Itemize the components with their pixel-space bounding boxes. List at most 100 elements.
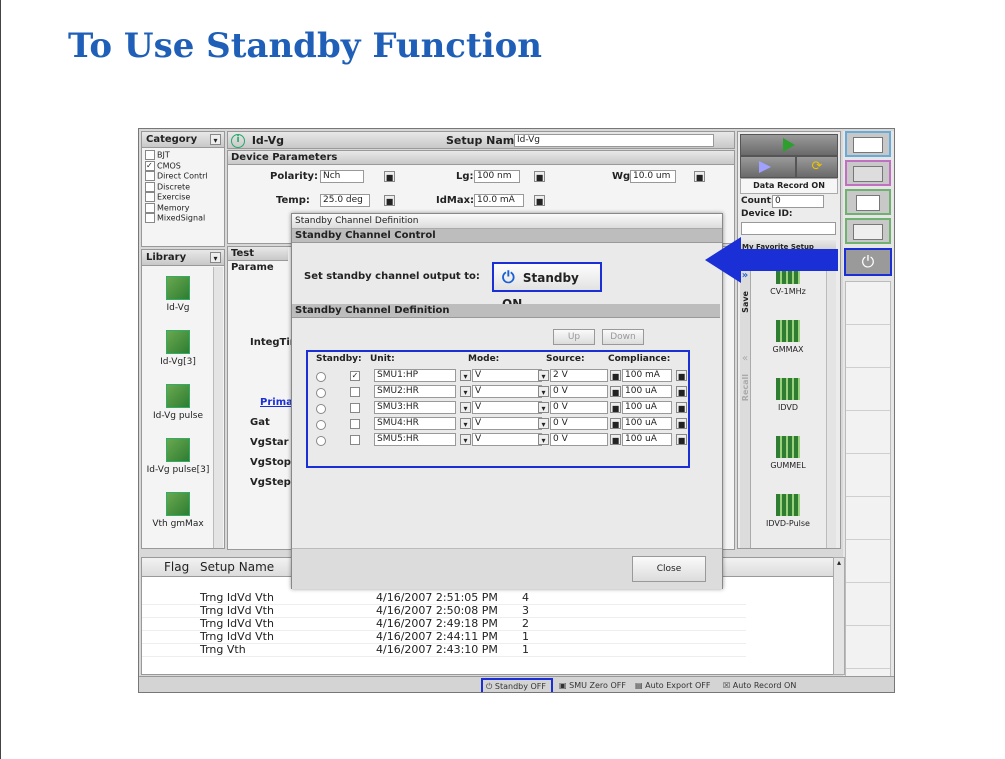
chevron-down-icon[interactable]: ▾ [538, 402, 549, 413]
unit-field[interactable]: SMU2:HR [374, 385, 456, 398]
document-button[interactable] [845, 189, 891, 215]
source-field[interactable]: 0 V [550, 417, 608, 430]
unit-field[interactable]: SMU4:HR [374, 417, 456, 430]
standby-radio[interactable] [316, 388, 326, 398]
idmax-field[interactable]: 10.0 mA [474, 194, 524, 207]
table-row[interactable]: Trng IdVd Vth 4/16/2007 2:44:11 PM 1 [142, 630, 746, 644]
smu-zero-status[interactable]: ▣ SMU Zero OFF [559, 679, 626, 692]
category-item[interactable]: Memory [145, 202, 221, 214]
category-item[interactable]: MixedSignal [145, 213, 221, 224]
standby-status[interactable]: ⏻ Standby OFF [481, 678, 553, 692]
standby-radio[interactable] [316, 372, 326, 382]
dropdown-icon[interactable]: ■ [694, 171, 705, 182]
category-checkbox[interactable]: ✓ [145, 160, 155, 171]
chevron-down-icon[interactable]: ▾ [460, 434, 471, 445]
dropdown-icon[interactable]: ■ [610, 418, 621, 429]
auto-export-status[interactable]: ▤ Auto Export OFF [635, 679, 710, 692]
mode-field[interactable]: V [472, 401, 542, 414]
source-field[interactable]: 0 V [550, 433, 608, 446]
standby-radio[interactable] [316, 436, 326, 446]
search-button[interactable] [845, 160, 891, 186]
dropdown-icon[interactable]: ■ [534, 171, 545, 182]
library-item[interactable]: Vth gmMax [142, 492, 214, 536]
library-item[interactable]: Id-Vg pulse [142, 384, 214, 428]
standby-checkbox[interactable] [350, 435, 360, 445]
data-record-toggle[interactable]: Data Record ON [740, 178, 838, 194]
library-scrollbar[interactable] [213, 267, 223, 548]
category-checkbox[interactable] [145, 202, 155, 213]
close-button[interactable]: Close [632, 556, 706, 582]
unit-field[interactable]: SMU3:HR [374, 401, 456, 414]
unit-field[interactable]: SMU1:HP [374, 369, 456, 382]
table-row[interactable]: Trng Vth 4/16/2007 2:43:10 PM 1 [142, 643, 746, 657]
count-field[interactable]: 0 [772, 195, 824, 208]
table-row[interactable]: Trng IdVd Vth 4/16/2007 2:51:05 PM 4 [142, 591, 746, 605]
category-item[interactable]: Direct Contrl [145, 171, 221, 182]
chevron-down-icon[interactable]: ▾ [460, 370, 471, 381]
library-item[interactable]: Id-Vg[3] [142, 330, 214, 374]
append-button[interactable] [740, 156, 796, 178]
chevron-down-icon[interactable]: ▾ [538, 434, 549, 445]
standby-radio[interactable] [316, 420, 326, 430]
chevron-down-icon[interactable]: ▾ [538, 370, 549, 381]
polarity-field[interactable]: Nch [320, 170, 364, 183]
compliance-field[interactable]: 100 uA [622, 417, 672, 430]
source-field[interactable]: 2 V [550, 369, 608, 382]
save-tab[interactable]: Save [741, 291, 750, 313]
category-item[interactable]: Discrete [145, 181, 221, 193]
template-item[interactable]: IDVD [752, 372, 824, 430]
dropdown-icon[interactable]: ■ [676, 370, 687, 381]
compliance-field[interactable]: 100 uA [622, 433, 672, 446]
standby-checkbox[interactable]: ✓ [350, 371, 360, 381]
standby-toolbar-button[interactable]: ⏻ [844, 248, 892, 276]
dropdown-icon[interactable]: ■ [676, 418, 687, 429]
lg-field[interactable]: 100 nm [474, 170, 520, 183]
recall-chevron-icon[interactable]: « [740, 353, 750, 364]
wg-field[interactable]: 10.0 um [630, 170, 676, 183]
temp-field[interactable]: 25.0 deg [320, 194, 370, 207]
category-checkbox[interactable] [145, 171, 155, 181]
table-row[interactable]: Trng IdVd Vth 4/16/2007 2:49:18 PM 2 [142, 617, 746, 631]
dropdown-icon[interactable]: ■ [610, 434, 621, 445]
source-field[interactable]: 0 V [550, 385, 608, 398]
category-checkbox[interactable] [145, 150, 155, 160]
dropdown-icon[interactable]: ■ [676, 386, 687, 397]
run-button[interactable] [740, 134, 838, 156]
standby-on-button[interactable]: ⏻ Standby ON [492, 262, 602, 311]
dropdown-icon[interactable]: ■ [384, 171, 395, 182]
category-checkbox[interactable] [145, 181, 155, 192]
mode-field[interactable]: V [472, 369, 542, 382]
graph-button[interactable] [845, 131, 891, 157]
dropdown-icon[interactable]: ■ [610, 370, 621, 381]
dropdown-icon[interactable]: ■ [610, 402, 621, 413]
standby-checkbox[interactable] [350, 387, 360, 397]
setup-name-column-header[interactable]: Setup Name [200, 558, 274, 576]
standby-checkbox[interactable] [350, 419, 360, 429]
down-button[interactable]: Down [602, 329, 644, 345]
chevron-down-icon[interactable]: ▾ [460, 418, 471, 429]
module-button[interactable] [845, 218, 891, 244]
table-row[interactable]: Trng IdVd Vth 4/16/2007 2:50:08 PM 3 [142, 604, 746, 618]
dropdown-icon[interactable]: ■ [676, 402, 687, 413]
library-item[interactable]: Id-Vg pulse[3] [142, 438, 214, 482]
chevron-down-icon[interactable]: ▾ [460, 386, 471, 397]
category-checkbox[interactable] [145, 192, 155, 202]
setup-name-input[interactable]: Id-Vg [514, 134, 714, 147]
dropdown-icon[interactable]: ■ [534, 195, 545, 206]
category-item[interactable]: BJT [145, 150, 221, 161]
standby-checkbox[interactable] [350, 403, 360, 413]
compliance-field[interactable]: 100 uA [622, 385, 672, 398]
unit-field[interactable]: SMU5:HR [374, 433, 456, 446]
chevron-down-icon[interactable]: ▾ [538, 418, 549, 429]
category-checkbox[interactable] [145, 213, 155, 223]
results-scrollbar[interactable]: ▴ [833, 557, 845, 675]
category-item[interactable]: ✓ CMOS [145, 160, 221, 172]
chevron-down-icon[interactable]: ▾ [210, 252, 221, 263]
chevron-down-icon[interactable]: ▾ [460, 402, 471, 413]
category-item[interactable]: Exercise [145, 192, 221, 203]
template-item[interactable]: GMMAX [752, 314, 824, 372]
dropdown-icon[interactable]: ■ [676, 434, 687, 445]
mode-field[interactable]: V [472, 385, 542, 398]
chevron-down-icon[interactable]: ▾ [538, 386, 549, 397]
flag-column-header[interactable]: Flag [164, 558, 189, 576]
